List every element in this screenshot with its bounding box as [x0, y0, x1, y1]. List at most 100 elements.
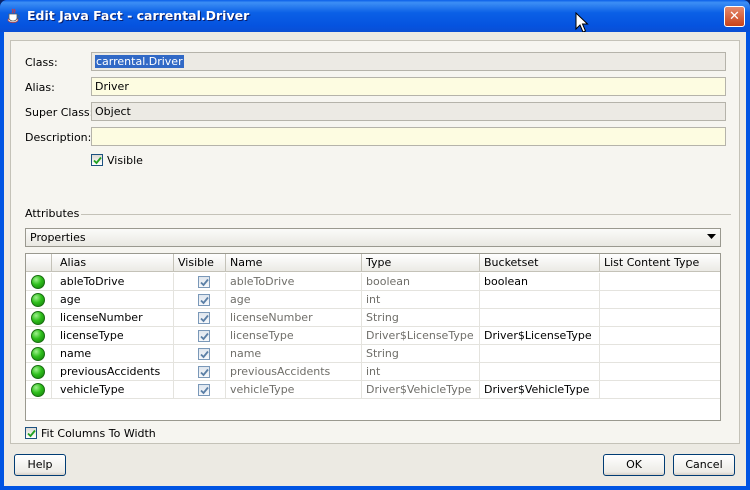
row-visible-checkbox[interactable]: [198, 276, 210, 288]
table-row[interactable]: ableToDrive ableToDrive boolean boolean: [26, 273, 720, 291]
row-visible-checkbox[interactable]: [198, 294, 210, 306]
cell-alias[interactable]: vehicleType: [52, 381, 174, 399]
help-button[interactable]: Help: [14, 454, 66, 476]
cell-visible[interactable]: [174, 381, 226, 399]
cell-name[interactable]: previousAccidents: [226, 363, 362, 381]
cell-list-content-type[interactable]: [600, 309, 720, 327]
cell-list-content-type[interactable]: [600, 327, 720, 345]
cell-bucketset[interactable]: Driver$VehicleType: [480, 381, 600, 399]
column-header-alias[interactable]: Alias: [52, 254, 174, 272]
checkmark-icon: [200, 386, 209, 395]
superclass-field[interactable]: Object: [91, 102, 726, 121]
cell-list-content-type[interactable]: [600, 363, 720, 381]
status-green-dot-icon: [31, 347, 45, 361]
title-bar[interactable]: Edit Java Fact - carrental.Driver ✕: [0, 0, 750, 32]
close-button[interactable]: ✕: [724, 6, 745, 27]
cell-visible[interactable]: [174, 273, 226, 291]
cell-list-content-type[interactable]: [600, 381, 720, 399]
cell-visible[interactable]: [174, 327, 226, 345]
cell-list-content-type[interactable]: [600, 273, 720, 291]
superclass-label: Super Class:: [25, 106, 94, 119]
cell-type[interactable]: boolean: [362, 273, 480, 291]
table-row[interactable]: age age int: [26, 291, 720, 309]
cell-list-content-type[interactable]: [600, 291, 720, 309]
attributes-group-label: Attributes: [25, 207, 80, 220]
cell-name[interactable]: name: [226, 345, 362, 363]
cell-bucketset[interactable]: [480, 291, 600, 309]
cell-alias[interactable]: licenseType: [52, 327, 174, 345]
description-field[interactable]: [91, 127, 726, 146]
visible-checkbox[interactable]: [91, 154, 103, 166]
cell-type[interactable]: String: [362, 345, 480, 363]
status-cell: [26, 291, 52, 309]
class-label: Class:: [25, 56, 58, 69]
chevron-down-icon: [707, 234, 716, 239]
cell-name[interactable]: licenseType: [226, 327, 362, 345]
cell-visible[interactable]: [174, 363, 226, 381]
cell-type[interactable]: int: [362, 291, 480, 309]
dropdown-value: Properties: [30, 231, 86, 244]
cell-name[interactable]: ableToDrive: [226, 273, 362, 291]
column-header-type[interactable]: Type: [362, 254, 480, 272]
checkmark-icon: [200, 278, 209, 287]
table-row[interactable]: name name String: [26, 345, 720, 363]
fit-columns-checkbox[interactable]: [25, 427, 37, 439]
dialog-client-area: Class: carrental.Driver Alias: Driver Su…: [4, 32, 746, 486]
class-field[interactable]: carrental.Driver: [91, 52, 726, 71]
visible-label[interactable]: Visible: [107, 154, 143, 167]
cell-alias[interactable]: licenseNumber: [52, 309, 174, 327]
mouse-cursor-icon: [575, 12, 589, 33]
row-visible-checkbox[interactable]: [198, 312, 210, 324]
checkmark-icon: [200, 314, 209, 323]
cell-type[interactable]: Driver$LicenseType: [362, 327, 480, 345]
cell-list-content-type[interactable]: [600, 345, 720, 363]
cell-bucketset[interactable]: [480, 363, 600, 381]
column-header-bucketset[interactable]: Bucketset: [480, 254, 600, 272]
checkmark-icon: [93, 156, 102, 165]
column-header-visible[interactable]: Visible: [174, 254, 226, 272]
attributes-type-dropdown[interactable]: Properties: [25, 228, 721, 247]
alias-field[interactable]: Driver: [91, 77, 726, 96]
table-row[interactable]: licenseType licenseType Driver$LicenseType…: [26, 327, 720, 345]
cell-alias[interactable]: age: [52, 291, 174, 309]
row-visible-checkbox[interactable]: [198, 366, 210, 378]
status-green-dot-icon: [31, 383, 45, 397]
cell-bucketset[interactable]: [480, 345, 600, 363]
cell-bucketset[interactable]: Driver$LicenseType: [480, 327, 600, 345]
row-visible-checkbox[interactable]: [198, 384, 210, 396]
checkmark-icon: [200, 368, 209, 377]
cancel-button[interactable]: Cancel: [673, 454, 735, 476]
attributes-divider: [81, 214, 731, 215]
dialog-window: Edit Java Fact - carrental.Driver ✕ Clas…: [0, 0, 750, 490]
ok-button[interactable]: OK: [603, 454, 665, 476]
table-row[interactable]: vehicleType vehicleType Driver$VehicleType…: [26, 381, 720, 399]
attributes-table[interactable]: Alias Visible Name Type Bucketset List C…: [25, 253, 721, 421]
fit-columns-label[interactable]: Fit Columns To Width: [41, 427, 156, 440]
cell-name[interactable]: age: [226, 291, 362, 309]
cell-alias[interactable]: name: [52, 345, 174, 363]
cell-alias[interactable]: previousAccidents: [52, 363, 174, 381]
row-visible-checkbox[interactable]: [198, 348, 210, 360]
cell-type[interactable]: int: [362, 363, 480, 381]
cell-bucketset[interactable]: boolean: [480, 273, 600, 291]
cell-type[interactable]: Driver$VehicleType: [362, 381, 480, 399]
status-cell: [26, 363, 52, 381]
cell-visible[interactable]: [174, 309, 226, 327]
column-header-name[interactable]: Name: [226, 254, 362, 272]
table-row[interactable]: previousAccidents previousAccidents int: [26, 363, 720, 381]
row-visible-checkbox[interactable]: [198, 330, 210, 342]
status-cell: [26, 273, 52, 291]
java-cup-icon: [7, 8, 20, 23]
table-row[interactable]: licenseNumber licenseNumber String: [26, 309, 720, 327]
window-title: Edit Java Fact - carrental.Driver: [27, 8, 250, 23]
cell-alias[interactable]: ableToDrive: [52, 273, 174, 291]
cell-visible[interactable]: [174, 345, 226, 363]
cell-type[interactable]: String: [362, 309, 480, 327]
cell-name[interactable]: licenseNumber: [226, 309, 362, 327]
cell-name[interactable]: vehicleType: [226, 381, 362, 399]
cell-visible[interactable]: [174, 291, 226, 309]
column-header-status: [26, 254, 52, 272]
status-green-dot-icon: [31, 275, 45, 289]
column-header-list-content-type[interactable]: List Content Type: [600, 254, 720, 272]
cell-bucketset[interactable]: [480, 309, 600, 327]
